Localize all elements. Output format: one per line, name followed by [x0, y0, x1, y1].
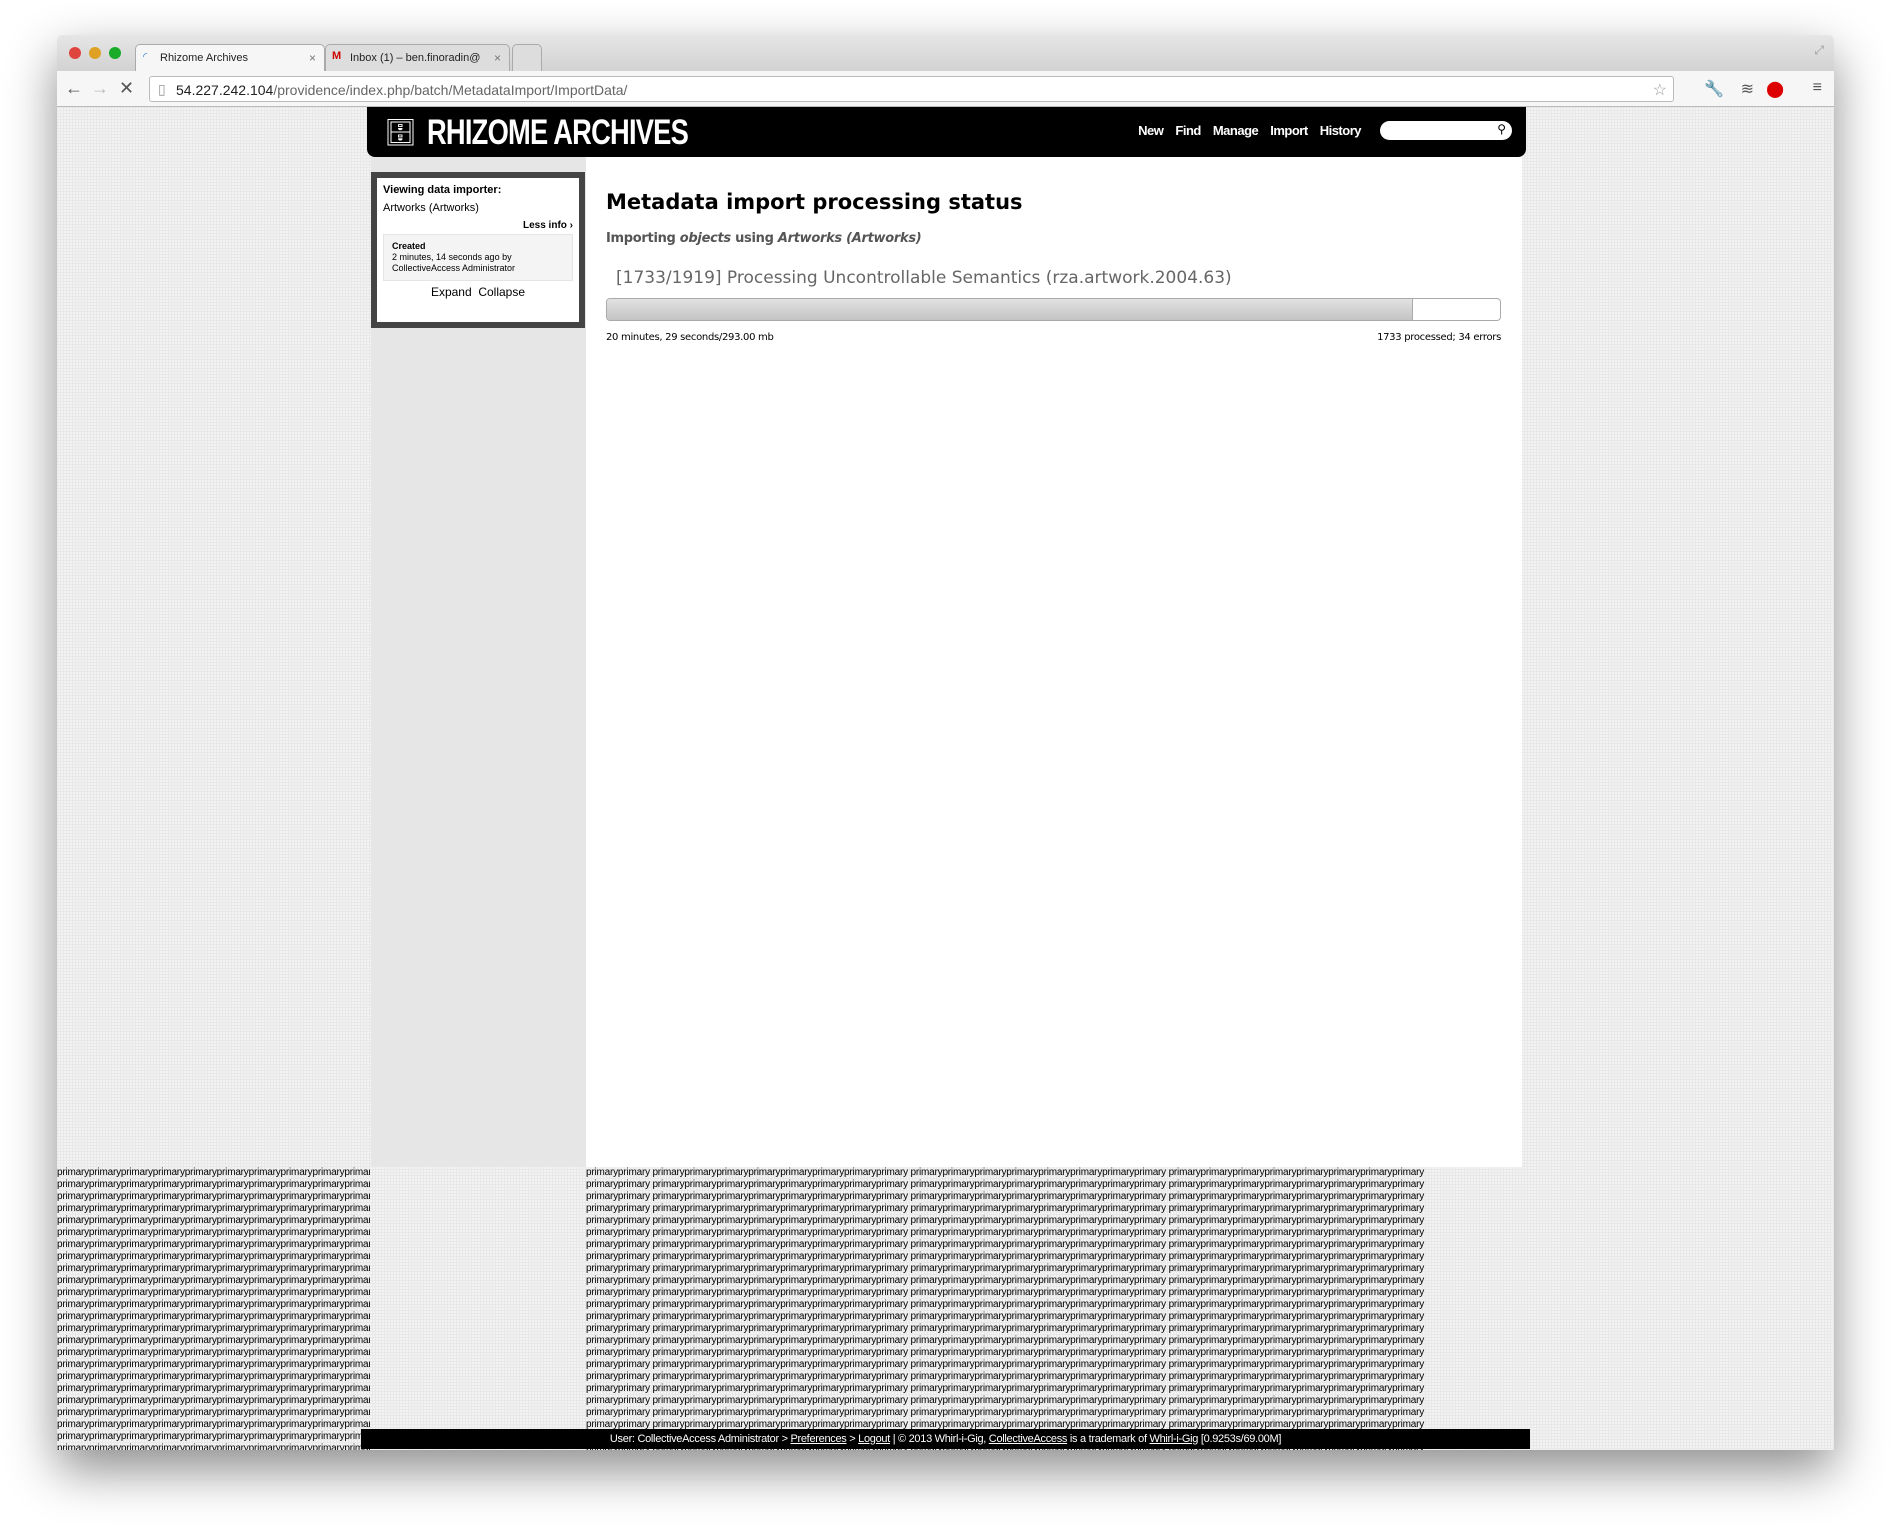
footer-bar: User: CollectiveAccess Administrator > P…: [361, 1429, 1530, 1449]
footer-stats: [0.9253s/69.00M]: [1198, 1433, 1282, 1445]
page-icon: ▯: [158, 81, 166, 97]
less-info-link[interactable]: Less info ›: [383, 220, 573, 231]
logout-link[interactable]: Logout: [858, 1433, 890, 1445]
gmail-icon: M: [332, 50, 342, 62]
nav-find[interactable]: Find: [1175, 123, 1201, 138]
layers-icon[interactable]: ≋: [1741, 79, 1754, 99]
import-subtitle: Importing objects using Artworks (Artwor…: [606, 231, 922, 246]
wrench-icon[interactable]: 🔧: [1704, 79, 1724, 99]
footer-sep: >: [846, 1433, 859, 1445]
close-tab-icon[interactable]: ×: [309, 51, 316, 65]
footer-trademark: is a trademark of: [1067, 1433, 1150, 1445]
forward-icon[interactable]: →: [91, 78, 109, 99]
subtitle-mid: using: [730, 231, 778, 246]
back-icon[interactable]: ←: [65, 78, 83, 99]
browser-toolbar: ← → ✕ ▯ 54.227.242.104/providence/index.…: [57, 71, 1834, 107]
nav-history[interactable]: History: [1320, 123, 1362, 138]
sidebar-heading: Viewing data importer:: [383, 184, 502, 196]
importer-name: Artworks (Artworks): [383, 202, 479, 214]
progress-bar: [606, 298, 1501, 321]
tab-bar: ◜ Rhizome Archives × M Inbox (1) – ben.f…: [57, 35, 1834, 71]
collectiveaccess-link[interactable]: CollectiveAccess: [989, 1433, 1068, 1445]
stop-icon[interactable]: ✕: [119, 78, 134, 99]
site-logo[interactable]: RHIZOME ARCHIVES: [427, 113, 689, 153]
minimize-window-button[interactable]: [89, 47, 101, 59]
preferences-link[interactable]: Preferences: [790, 1433, 846, 1445]
adblock-icon[interactable]: ⬤: [1766, 79, 1784, 99]
new-tab-button[interactable]: [512, 44, 542, 71]
debug-text-right: primaryprimary primaryprimaryprimaryprim…: [586, 1167, 1425, 1450]
subtitle-type: objects: [679, 231, 731, 246]
menu-icon[interactable]: ≡: [1813, 79, 1822, 97]
footer-user: User: CollectiveAccess Administrator >: [609, 1433, 791, 1445]
nav-import[interactable]: Import: [1270, 123, 1308, 138]
debug-text-left: primaryprimaryprimaryprimaryprimaryprima…: [57, 1167, 370, 1450]
close-tab-icon[interactable]: ×: [494, 51, 501, 65]
main-panel: Metadata import processing status Import…: [586, 157, 1522, 1167]
page-content: primaryprimaryprimaryprimaryprimaryprima…: [57, 107, 1834, 1450]
fullscreen-icon[interactable]: ⤢: [1814, 43, 1824, 58]
created-label: Created: [392, 241, 426, 251]
collapse-link[interactable]: Collapse: [478, 285, 525, 299]
file-cabinet-icon: 🗄: [384, 117, 418, 147]
expand-link[interactable]: Expand: [431, 285, 472, 299]
loading-spinner-icon: ◜: [143, 51, 148, 63]
tab-label: Rhizome Archives: [160, 52, 249, 64]
nav-new[interactable]: New: [1138, 123, 1164, 138]
nav-manage[interactable]: Manage: [1213, 123, 1259, 138]
page-title: Metadata import processing status: [606, 190, 1023, 214]
processed-count: 1733 processed; 34 errors: [1377, 332, 1501, 343]
subtitle-importer: Artworks (Artworks): [777, 231, 922, 246]
tab-inbox[interactable]: M Inbox (1) – ben.finoradin@ ×: [325, 44, 510, 71]
progress-fill: [607, 299, 1414, 320]
url-path: /providence/index.php/batch/MetadataImpo…: [273, 82, 628, 98]
subtitle-prefix: Importing: [606, 231, 680, 246]
close-window-button[interactable]: [69, 47, 81, 59]
footer-copyright: | © 2013 Whirl-i-Gig,: [889, 1433, 989, 1445]
whirligig-link[interactable]: Whirl-i-Gig: [1149, 1433, 1198, 1445]
url-host: 54.227.242.104: [176, 82, 274, 98]
tab-rhizome-archives[interactable]: ◜ Rhizome Archives ×: [135, 44, 325, 71]
zoom-window-button[interactable]: [109, 47, 121, 59]
elapsed-stats: 20 minutes, 29 seconds/293.00 mb: [606, 332, 774, 343]
search-icon[interactable]: ⚲: [1497, 122, 1506, 136]
created-value: 2 minutes, 14 seconds ago by CollectiveA…: [392, 252, 516, 273]
main-nav: New Find Manage Import History: [1138, 123, 1361, 138]
status-line: [1733/1919] Processing Uncontrollable Se…: [616, 268, 1232, 288]
bookmark-star-icon[interactable]: ☆: [1653, 80, 1667, 100]
search-input[interactable]: ⚲: [1380, 121, 1512, 140]
browser-window: ◜ Rhizome Archives × M Inbox (1) – ben.f…: [57, 35, 1834, 1450]
site-header: 🗄 RHIZOME ARCHIVES New Find Manage Impor…: [367, 107, 1526, 157]
tab-label: Inbox (1) – ben.finoradin@: [350, 52, 481, 64]
importer-info-box: Viewing data importer: Artworks (Artwork…: [371, 172, 585, 328]
address-bar[interactable]: ▯ 54.227.242.104/providence/index.php/ba…: [149, 76, 1674, 102]
